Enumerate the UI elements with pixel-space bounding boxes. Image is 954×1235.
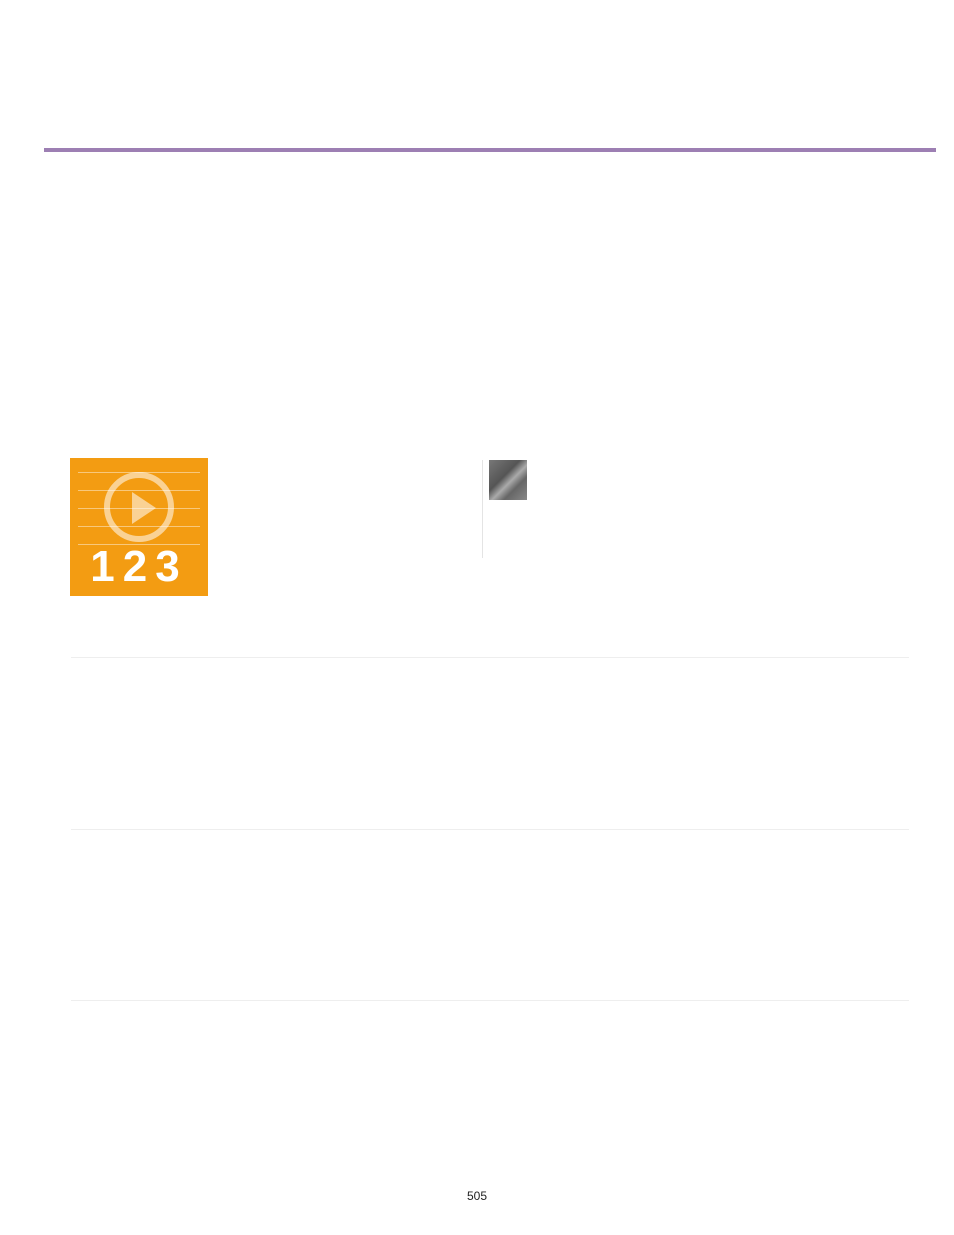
section-divider — [71, 1000, 909, 1001]
author-separator — [482, 460, 483, 558]
section-divider — [71, 657, 909, 658]
course-thumbnail: 123 — [70, 458, 208, 596]
section-divider — [71, 829, 909, 830]
top-divider — [44, 148, 936, 152]
thumbnail-digits: 123 — [70, 542, 208, 592]
play-icon — [104, 472, 174, 542]
page-number: 505 — [0, 1189, 954, 1203]
author-photo — [489, 460, 527, 500]
page-root: 123 505 — [0, 0, 954, 1235]
